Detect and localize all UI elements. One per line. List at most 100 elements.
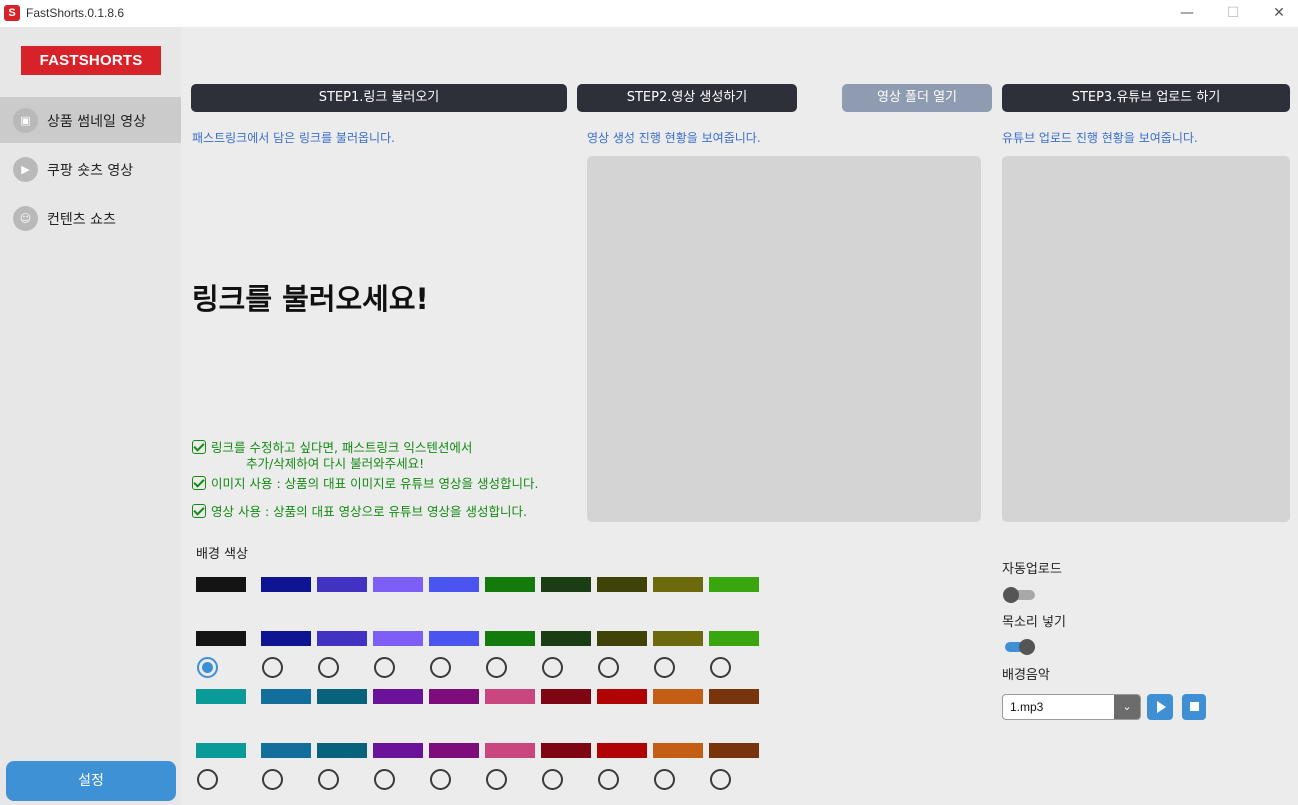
color-radio[interactable]: [318, 769, 339, 790]
color-swatch: [541, 631, 591, 646]
sidebar-item-label: 쿠팡 숏츠 영상: [47, 163, 134, 179]
color-swatch: [317, 631, 367, 646]
step1-load-links-button[interactable]: STEP1.링크 불러오기: [191, 84, 567, 112]
play-button[interactable]: [1147, 694, 1173, 720]
smile-icon: ☺: [13, 206, 38, 231]
color-swatch: [196, 631, 246, 646]
color-radio[interactable]: [598, 769, 619, 790]
color-swatch: [196, 743, 246, 758]
color-radio[interactable]: [318, 657, 339, 678]
color-swatch: [653, 689, 703, 704]
title-bar: S FastShorts.0.1.8.6 — ☐ ✕: [0, 0, 1298, 27]
color-swatch: [429, 631, 479, 646]
note-video-use: 영상 사용 : 상품의 대표 영상으로 유튜브 영상을 생성합니다.: [192, 501, 527, 520]
play-icon: ▶: [13, 157, 38, 182]
color-radio[interactable]: [598, 657, 619, 678]
color-radio[interactable]: [197, 657, 218, 678]
note-text: 영상 사용 : 상품의 대표 영상으로 유튜브 영상을 생성합니다.: [211, 504, 527, 519]
sidebar-item-label: 컨텐츠 쇼츠: [47, 212, 116, 228]
color-swatch: [261, 689, 311, 704]
color-radio[interactable]: [374, 657, 395, 678]
minimize-button[interactable]: —: [1164, 0, 1210, 27]
color-radio[interactable]: [374, 769, 395, 790]
color-swatch: [261, 577, 311, 592]
color-swatch: [597, 743, 647, 758]
color-swatch: [429, 689, 479, 704]
color-swatch: [541, 689, 591, 704]
color-radio[interactable]: [430, 657, 451, 678]
color-swatch: [485, 631, 535, 646]
color-swatch: [261, 631, 311, 646]
settings-button[interactable]: 설정: [6, 761, 176, 801]
color-swatch: [709, 743, 759, 758]
color-swatch: [653, 577, 703, 592]
fastshorts-logo: FASTSHORTS: [21, 46, 161, 75]
color-swatch: [485, 577, 535, 592]
color-swatch: [485, 743, 535, 758]
note-image-use: 이미지 사용 : 상품의 대표 이미지로 유튜브 영상을 생성합니다.: [192, 473, 538, 492]
color-radio[interactable]: [542, 769, 563, 790]
color-radio[interactable]: [262, 769, 283, 790]
color-radio[interactable]: [710, 657, 731, 678]
step2-description: 영상 생성 진행 현황을 보여줍니다.: [587, 131, 761, 145]
sidebar-item-thumbnail-video[interactable]: ▣ 상품 썸네일 영상: [0, 97, 181, 143]
step3-youtube-upload-button[interactable]: STEP3.유튜브 업로드 하기: [1002, 84, 1290, 112]
color-swatch: [373, 577, 423, 592]
play-icon: [1157, 701, 1166, 713]
load-links-prompt: 링크를 불러오세요!: [192, 282, 429, 316]
color-swatch: [373, 689, 423, 704]
close-button[interactable]: ✕: [1256, 0, 1298, 27]
color-radio[interactable]: [197, 769, 218, 790]
video-progress-panel: [587, 156, 981, 522]
color-swatch: [196, 577, 246, 592]
color-swatch: [709, 689, 759, 704]
color-swatch: [317, 577, 367, 592]
color-swatch: [429, 577, 479, 592]
checkbox-icon: [192, 440, 206, 454]
color-swatch: [485, 689, 535, 704]
color-swatch: [317, 743, 367, 758]
checkbox-icon: [192, 504, 206, 518]
sidebar-item-content-shorts[interactable]: ☺ 컨텐츠 쇼츠: [0, 195, 181, 241]
open-video-folder-button[interactable]: 영상 폴더 열기: [842, 84, 992, 112]
maximize-button[interactable]: ☐: [1210, 0, 1256, 27]
color-radio[interactable]: [654, 769, 675, 790]
bgm-select[interactable]: 1.mp3 ⌄: [1002, 694, 1141, 720]
color-radio[interactable]: [654, 657, 675, 678]
app-icon: S: [4, 5, 20, 21]
color-swatch: [597, 689, 647, 704]
color-swatch: [373, 631, 423, 646]
sidebar-item-coupang-shorts[interactable]: ▶ 쿠팡 숏츠 영상: [0, 146, 181, 192]
window-title: FastShorts.0.1.8.6: [26, 6, 125, 20]
color-radio[interactable]: [486, 769, 507, 790]
stop-button[interactable]: [1182, 694, 1206, 720]
bgm-label: 배경음악: [1002, 668, 1050, 683]
color-swatch: [709, 577, 759, 592]
color-swatch: [261, 743, 311, 758]
color-swatch: [653, 743, 703, 758]
color-swatch: [373, 743, 423, 758]
bag-icon: ▣: [13, 108, 38, 133]
upload-progress-panel: [1002, 156, 1290, 522]
note-edit-links-sub: 추가/삭제하여 다시 불러와주세요!: [246, 456, 425, 471]
color-radio[interactable]: [710, 769, 731, 790]
step1-description: 패스트링크에서 담은 링크를 불러옵니다.: [192, 131, 395, 145]
color-swatch: [597, 577, 647, 592]
voice-toggle[interactable]: [1002, 636, 1035, 656]
bgm-select-value: 1.mp3: [1010, 700, 1044, 714]
checkbox-icon: [192, 476, 206, 490]
voice-label: 목소리 넣기: [1002, 615, 1066, 630]
auto-upload-label: 자동업로드: [1002, 562, 1062, 577]
step3-description: 유튜브 업로드 진행 현황을 보여줍니다.: [1002, 131, 1198, 145]
color-radio[interactable]: [262, 657, 283, 678]
step2-create-video-button[interactable]: STEP2.영상 생성하기: [577, 84, 797, 112]
chevron-down-icon[interactable]: ⌄: [1114, 695, 1140, 719]
auto-upload-toggle[interactable]: [1002, 584, 1035, 604]
color-swatch: [429, 743, 479, 758]
color-radio[interactable]: [486, 657, 507, 678]
color-radio[interactable]: [542, 657, 563, 678]
color-swatch: [597, 631, 647, 646]
color-radio[interactable]: [430, 769, 451, 790]
sidebar-item-label: 상품 썸네일 영상: [47, 114, 147, 130]
sidebar: FASTSHORTS ▣ 상품 썸네일 영상 ▶ 쿠팡 숏츠 영상 ☺ 컨텐츠 …: [0, 27, 181, 805]
